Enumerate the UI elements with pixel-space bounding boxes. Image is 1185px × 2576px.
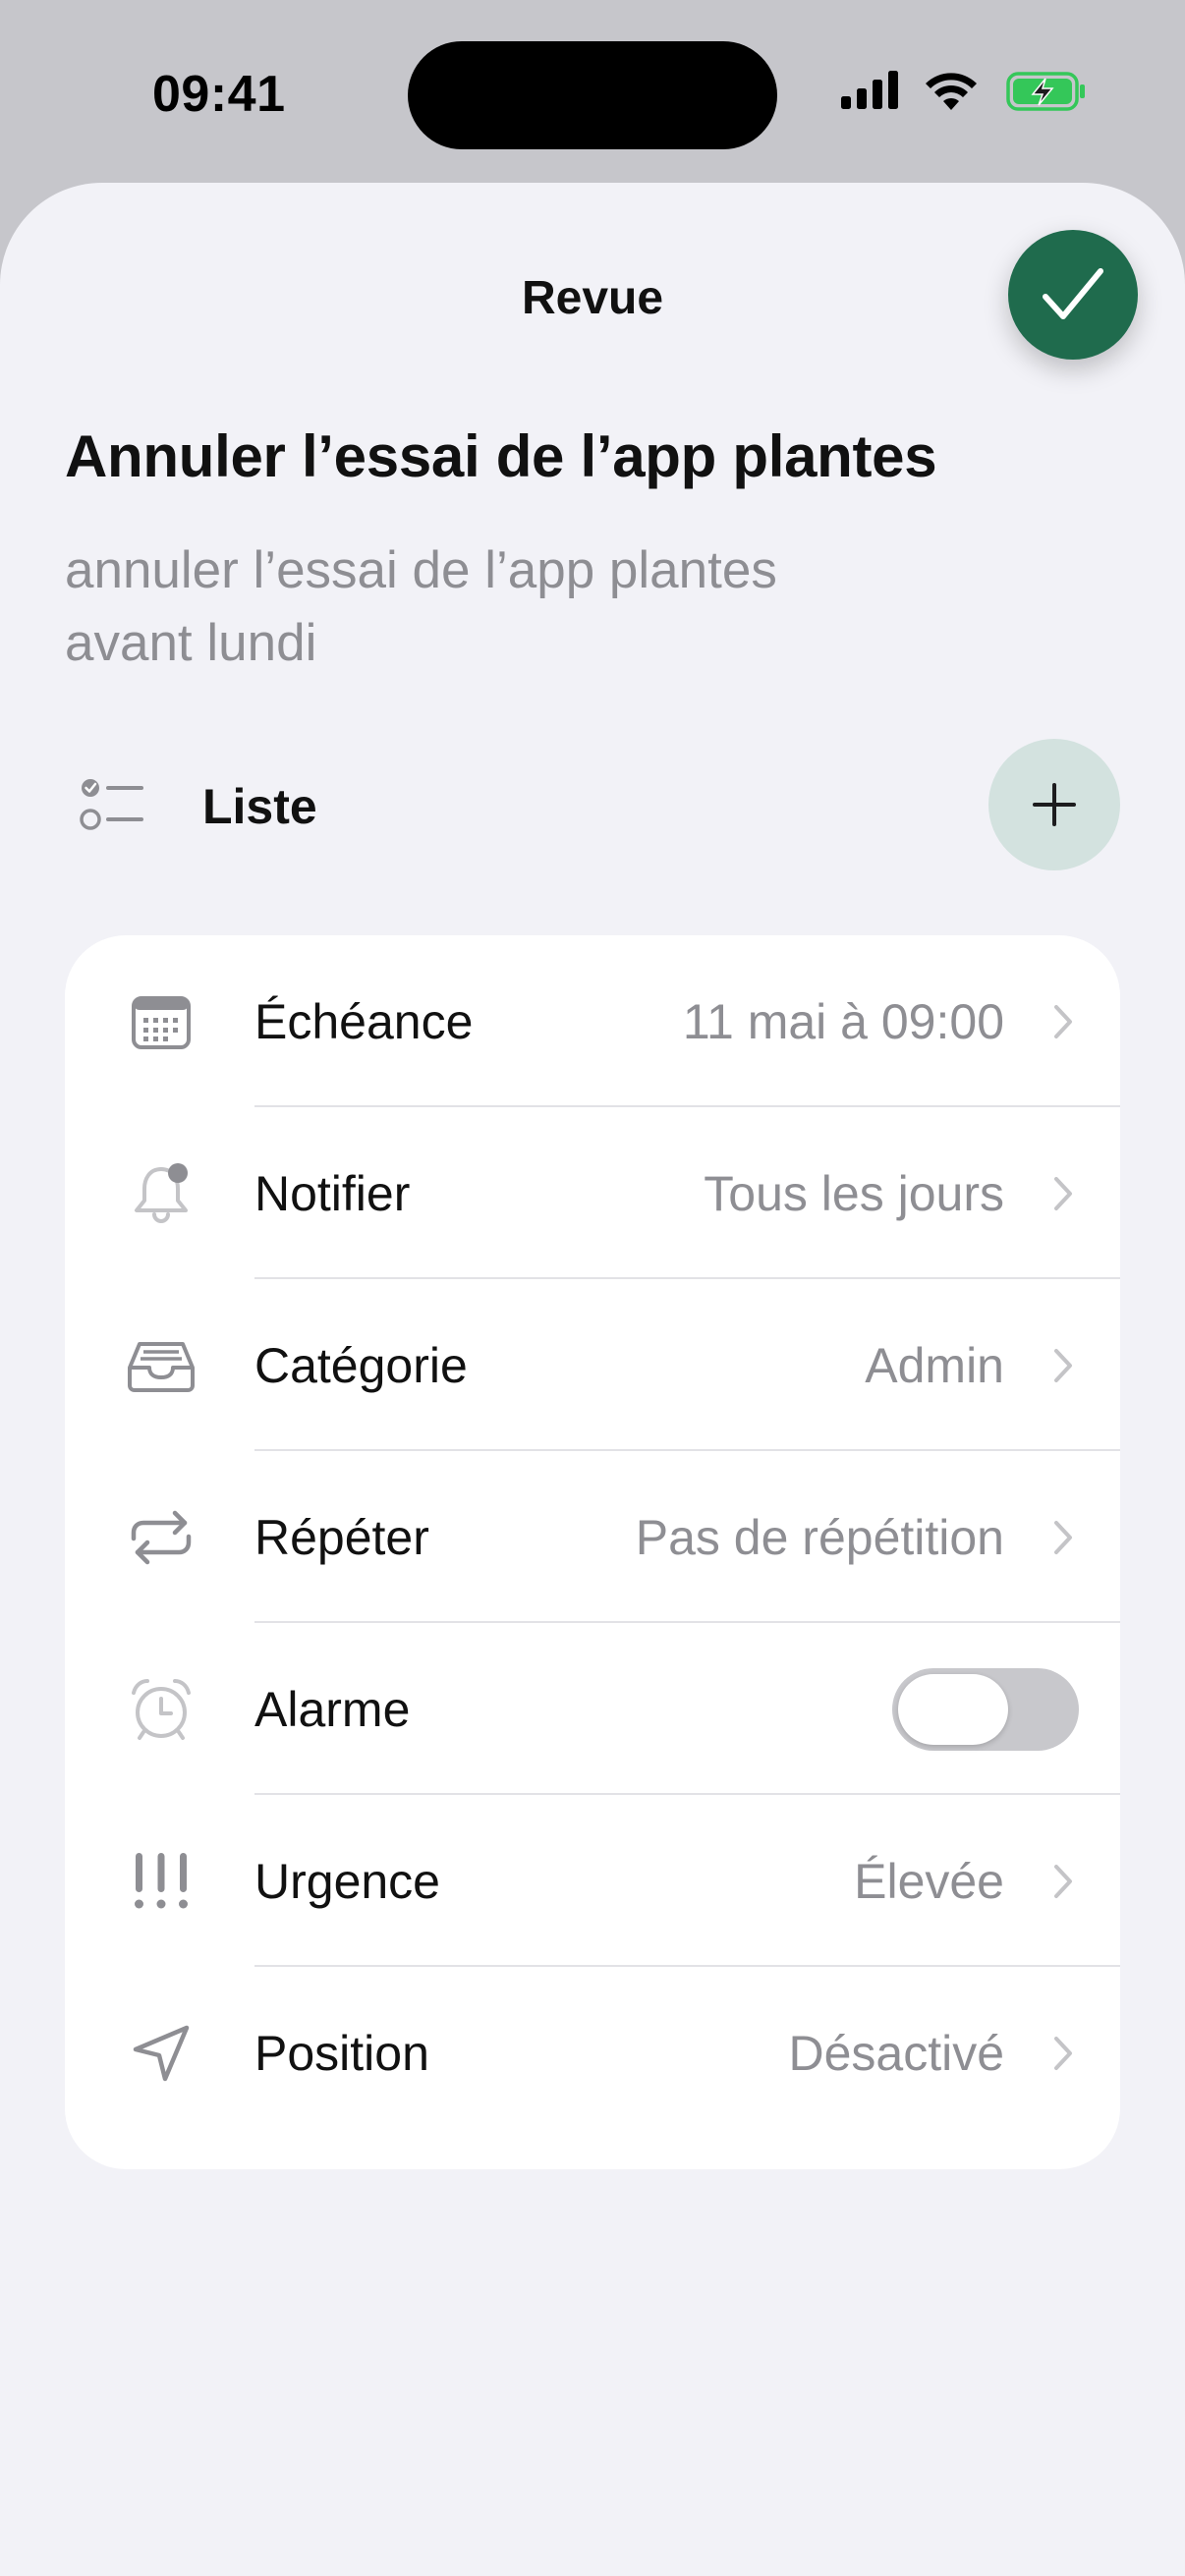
details-card: Échéance 11 mai à 09:00 Notifier Tous le… <box>65 935 1120 2169</box>
review-sheet: Revue Annuler l’essai de l’app plantes a… <box>0 183 1185 2576</box>
chevron-right-icon <box>1054 1348 1072 1382</box>
task-description[interactable]: annuler l’essai de l’app plantes avant l… <box>65 534 949 680</box>
alarm-label: Alarme <box>254 1681 411 1737</box>
category-value: Admin <box>865 1337 1004 1393</box>
cellular-signal-icon <box>841 71 898 109</box>
dynamic-island <box>408 41 777 149</box>
battery-charging-icon <box>1006 72 1085 111</box>
bell-icon <box>126 1158 197 1229</box>
notify-row[interactable]: Notifier Tous les jours <box>65 1107 1120 1279</box>
tray-icon <box>126 1330 197 1401</box>
chevron-right-icon <box>1054 1864 1072 1898</box>
due-date-label: Échéance <box>254 993 474 1049</box>
urgency-value: Élevée <box>854 1853 1004 1909</box>
urgency-label: Urgence <box>254 1853 440 1909</box>
category-label: Catégorie <box>254 1337 468 1393</box>
checklist-label: Liste <box>202 779 317 834</box>
repeat-icon <box>126 1502 197 1573</box>
alarm-row: Alarme <box>65 1623 1120 1795</box>
screen: 09:41 Revue Annuler l’essai de l’app pla… <box>0 0 1185 2576</box>
task-description-line: annuler l’essai de l’app plantes <box>65 541 777 599</box>
repeat-label: Répéter <box>254 1509 429 1565</box>
location-arrow-icon <box>126 2018 197 2089</box>
chevron-right-icon <box>1054 2036 1072 2070</box>
due-date-value: 11 mai à 09:00 <box>682 993 1004 1049</box>
urgency-row[interactable]: Urgence Élevée <box>65 1795 1120 1967</box>
location-row[interactable]: Position Désactivé <box>65 1967 1120 2139</box>
chevron-right-icon <box>1054 1004 1072 1038</box>
task-description-line: avant lundi <box>65 614 317 672</box>
notify-value: Tous les jours <box>704 1165 1004 1221</box>
repeat-value: Pas de répétition <box>635 1509 1004 1565</box>
location-value: Désactivé <box>788 2025 1004 2081</box>
calendar-icon <box>126 986 197 1057</box>
confirm-button[interactable] <box>1008 230 1138 360</box>
chevron-right-icon <box>1054 1520 1072 1554</box>
checklist-row: Liste <box>65 739 1120 870</box>
location-label: Position <box>254 2025 429 2081</box>
task-title[interactable]: Annuler l’essai de l’app plantes <box>65 422 937 490</box>
chevron-right-icon <box>1054 1176 1072 1210</box>
checkmark-icon <box>1043 268 1103 319</box>
status-time: 09:41 <box>152 66 286 123</box>
alarm-toggle[interactable] <box>892 1667 1079 1751</box>
exclamation-icon <box>126 1846 197 1917</box>
category-row[interactable]: Catégorie Admin <box>65 1279 1120 1451</box>
add-checklist-item-button[interactable] <box>988 739 1120 870</box>
checklist-icon <box>80 779 143 830</box>
due-date-row[interactable]: Échéance 11 mai à 09:00 <box>65 935 1120 1107</box>
wifi-icon <box>926 73 977 110</box>
plus-icon <box>1033 783 1076 826</box>
alarm-clock-icon <box>126 1674 197 1745</box>
notify-label: Notifier <box>254 1165 411 1221</box>
repeat-row[interactable]: Répéter Pas de répétition <box>65 1451 1120 1623</box>
toggle-knob <box>898 1673 1008 1745</box>
